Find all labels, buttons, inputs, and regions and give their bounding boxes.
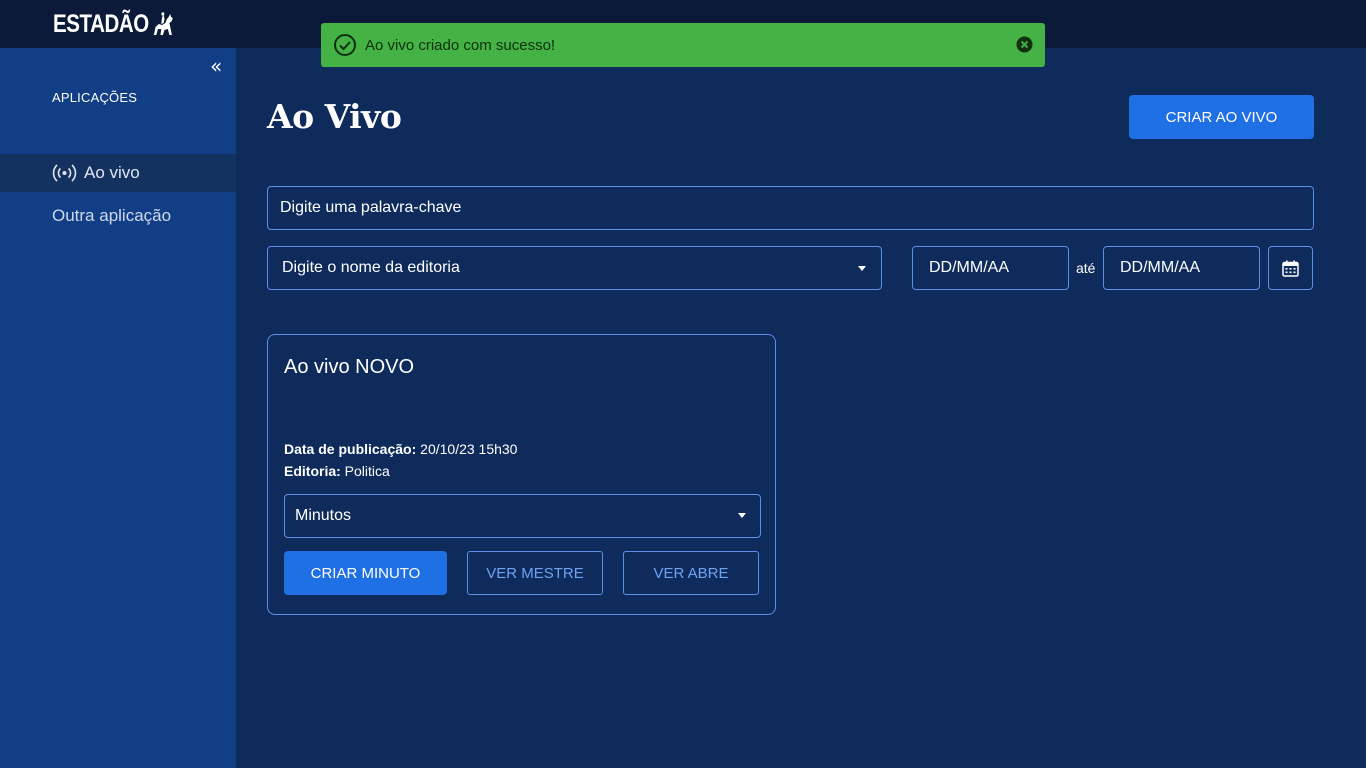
date-to-placeholder: DD/MM/AA bbox=[1120, 259, 1200, 276]
ao-vivo-card: Ao vivo NOVO Data de publicação: 20/10/2… bbox=[267, 334, 776, 615]
minutos-select-value: Minutos bbox=[295, 507, 352, 524]
editoria-value: Politica bbox=[344, 463, 390, 479]
card-title: Ao vivo NOVO bbox=[284, 356, 415, 378]
caret-down-icon bbox=[858, 266, 866, 271]
publication-date-label: Data de publicação: bbox=[284, 441, 417, 457]
calendar-button[interactable] bbox=[1268, 246, 1313, 290]
sidebar-item-outra-aplicacao[interactable]: Outra aplicação bbox=[52, 206, 171, 226]
date-separator: até bbox=[1076, 260, 1096, 276]
editoria-placeholder: Digite o nome da editoria bbox=[282, 259, 460, 276]
check-circle-icon bbox=[334, 34, 356, 56]
success-toast: Ao vivo criado com sucesso! bbox=[321, 23, 1045, 67]
ver-abre-button[interactable]: VER ABRE bbox=[623, 551, 759, 595]
criar-minuto-button[interactable]: CRIAR MINUTO bbox=[284, 551, 447, 595]
minutos-select[interactable]: Minutos bbox=[284, 494, 761, 538]
sidebar: « APLICAÇÕES Ao vivo Outra aplicação bbox=[0, 48, 236, 768]
horse-rider-icon bbox=[153, 11, 173, 35]
editoria-info: Editoria: Politica bbox=[284, 463, 390, 479]
page-title: Ao Vivo bbox=[267, 97, 402, 136]
keyword-search-input[interactable]: Digite uma palavra-chave bbox=[267, 186, 1314, 230]
calendar-icon bbox=[1282, 260, 1299, 277]
sidebar-item-label: Ao vivo bbox=[84, 163, 140, 182]
collapse-sidebar-button[interactable]: « bbox=[210, 54, 222, 78]
estadao-logo[interactable]: ESTADÃO bbox=[53, 10, 175, 39]
toast-message: Ao vivo criado com sucesso! bbox=[365, 36, 556, 54]
ver-mestre-button[interactable]: VER MESTRE bbox=[467, 551, 603, 595]
date-to-input[interactable]: DD/MM/AA bbox=[1103, 246, 1260, 290]
sidebar-section-label: APLICAÇÕES bbox=[52, 90, 138, 105]
logo-text: ESTADÃO bbox=[53, 10, 149, 38]
publication-date: Data de publicação: 20/10/23 15h30 bbox=[284, 441, 517, 457]
date-from-placeholder: DD/MM/AA bbox=[929, 259, 1009, 276]
sidebar-item-ao-vivo[interactable]: Ao vivo bbox=[0, 154, 236, 192]
publication-date-value: 20/10/23 15h30 bbox=[420, 441, 518, 457]
editoria-label: Editoria: bbox=[284, 463, 341, 479]
create-ao-vivo-button[interactable]: CRIAR AO VIVO bbox=[1129, 95, 1314, 139]
date-from-input[interactable]: DD/MM/AA bbox=[912, 246, 1069, 290]
close-icon[interactable] bbox=[1016, 36, 1033, 53]
editoria-select[interactable]: Digite o nome da editoria bbox=[267, 246, 882, 290]
broadcast-icon bbox=[52, 164, 77, 182]
keyword-placeholder: Digite uma palavra-chave bbox=[280, 199, 462, 216]
caret-down-icon bbox=[738, 513, 746, 518]
